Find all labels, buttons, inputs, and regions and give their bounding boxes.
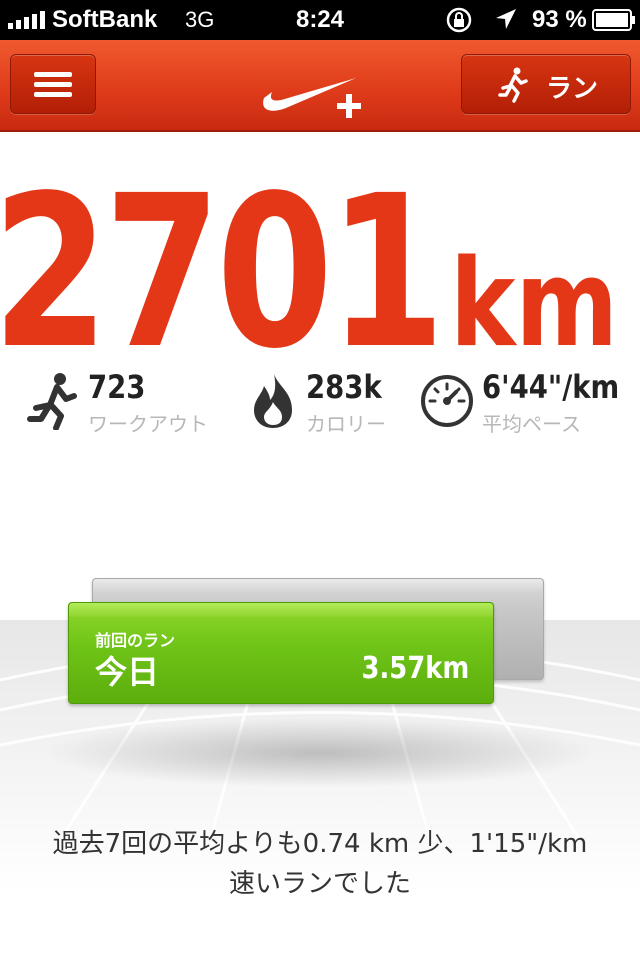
stat-pace[interactable]: 6'44"/km 平均ペース [420,368,630,438]
summary-line-2: 速いランでした [228,869,411,899]
total-distance-value: 2701 [0,150,445,395]
summary-line-1: 過去7回の平均よりも0.74 km 少、1'15"/km [52,829,588,859]
calories-label: カロリー [306,412,386,436]
menu-button[interactable] [10,54,96,114]
run-summary: 過去7回の平均よりも0.74 km 少、1'15"/km 速いランでした [0,824,640,904]
battery-percent: 93 % [532,6,587,33]
workouts-value: 723 [88,368,146,406]
calories-value: 283k [306,368,382,406]
orientation-lock-icon [446,7,472,33]
stat-calories[interactable]: 283k カロリー [250,368,410,438]
last-run-distance: 3.57km [361,651,469,686]
pace-label: 平均ペース [482,412,581,436]
pace-value: 6'44"/km [482,368,620,406]
status-bar: SoftBank 3G 8:24 93 % [0,0,640,40]
flame-icon [254,374,292,428]
stat-workouts[interactable]: 723 ワークアウト [26,368,226,438]
workouts-label: ワークアウト [88,412,208,436]
runner-icon [27,373,77,430]
nav-bar: ラン [0,40,640,132]
nike-plus-logo [263,78,361,118]
bar-shadow [40,718,600,788]
runner-icon [498,67,528,103]
run-button-label: ラン [546,74,599,104]
battery-icon [592,9,635,31]
run-button[interactable]: ラン [461,54,631,114]
location-icon [496,9,516,29]
speedometer-icon [421,375,473,427]
total-distance-unit: km [450,235,619,374]
last-run-bar[interactable]: 前回のラン 今日 3.57km [68,602,494,704]
last-run-day: 今日 [95,653,160,691]
total-distance: 2701km [0,150,640,395]
